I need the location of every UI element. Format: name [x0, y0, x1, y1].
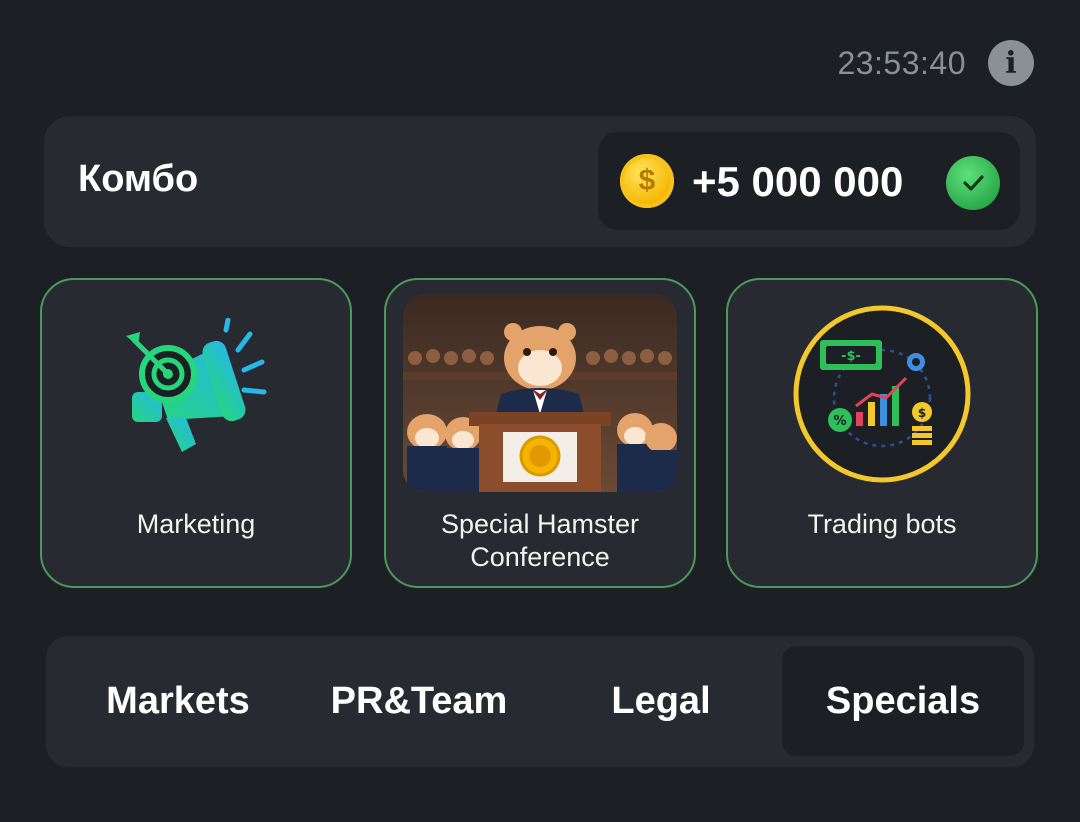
tab-markets[interactable]: Markets — [57, 646, 299, 756]
card-label: Trading bots — [807, 509, 957, 539]
svg-text:-$-: -$- — [841, 349, 861, 364]
combo-reward: $ +5 000 000 — [598, 132, 1020, 230]
category-tabs: Markets PR&Team Legal Specials — [46, 636, 1034, 767]
tab-specials[interactable]: Specials — [782, 646, 1024, 756]
combo-title: Комбо — [78, 158, 199, 200]
card-marketing[interactable]: Marketing — [40, 278, 352, 588]
countdown-timer: 23:53:40 — [837, 44, 966, 81]
trading-bots-icon: -$- % $ — [793, 305, 971, 483]
svg-text:%: % — [833, 414, 846, 429]
combo-cards: Marketing Special Hamster Conference -$-… — [40, 278, 1040, 590]
header-bar: 23:53:40 i — [837, 40, 1034, 86]
combo-reward-value: +5 000 000 — [692, 158, 904, 205]
card-label: Marketing — [136, 509, 256, 539]
hamster-conference-image — [403, 294, 677, 492]
check-icon — [946, 156, 1000, 210]
svg-text:$: $ — [918, 406, 926, 420]
tab-pr-team[interactable]: PR&Team — [298, 646, 540, 756]
info-icon[interactable]: i — [988, 40, 1034, 86]
card-special-hamster-conference[interactable]: Special Hamster Conference — [384, 278, 696, 588]
megaphone-target-icon — [126, 318, 267, 452]
coin-icon: $ — [620, 154, 674, 208]
tab-legal[interactable]: Legal — [540, 646, 782, 756]
combo-panel: Комбо $ +5 000 000 — [44, 116, 1036, 247]
card-label: Special Hamster Conference — [440, 509, 640, 572]
card-trading-bots[interactable]: -$- % $ Trading bots — [726, 278, 1038, 588]
